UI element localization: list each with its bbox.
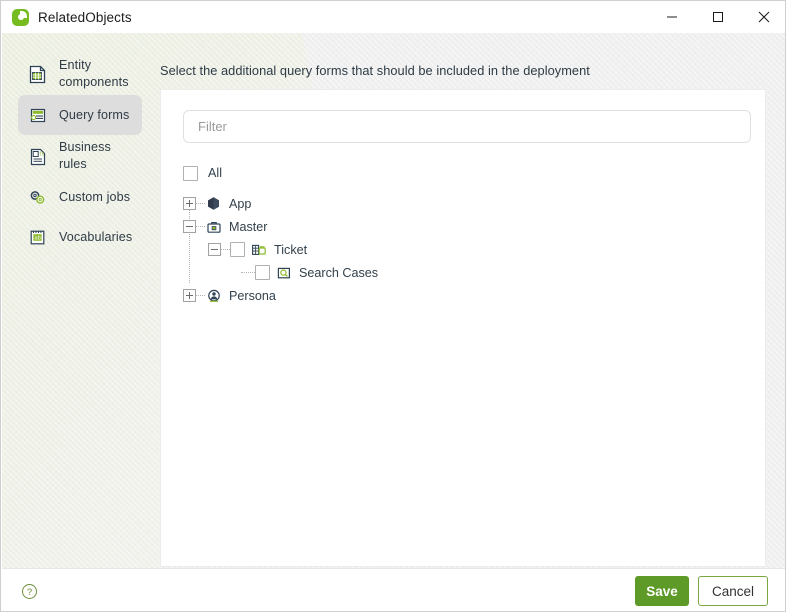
- tree-node-label: Ticket: [274, 242, 308, 257]
- tree-node-label: Search Cases: [299, 265, 379, 280]
- expander-plus-icon[interactable]: [183, 197, 196, 210]
- tree-connector: [196, 294, 205, 297]
- tree-connector: [241, 271, 255, 274]
- dialog-footer: ? Save Cancel: [2, 568, 785, 611]
- tree-row-search-cases[interactable]: Search Cases: [183, 261, 743, 284]
- window-title: RelatedObjects: [38, 9, 132, 25]
- expander-plus-icon[interactable]: [183, 289, 196, 302]
- svg-text:fx: fx: [39, 150, 44, 157]
- briefcase-icon: [205, 218, 222, 235]
- title-bar: RelatedObjects: [1, 1, 785, 33]
- sidebar-item-entity-components[interactable]: Entity components: [18, 53, 142, 95]
- tree-row-ticket[interactable]: Ticket: [183, 238, 743, 261]
- tree-row-app[interactable]: App: [183, 192, 743, 215]
- select-all-label: All: [208, 166, 222, 180]
- window-controls: [649, 1, 785, 33]
- tree-node-label: Persona: [229, 288, 276, 303]
- vocabularies-icon: ab: [26, 226, 48, 248]
- tree-row-select-all[interactable]: All: [183, 160, 743, 186]
- expander-minus-icon[interactable]: [183, 220, 196, 233]
- cancel-button[interactable]: Cancel: [698, 576, 768, 606]
- filter-field-wrapper: [183, 110, 751, 143]
- select-all-checkbox[interactable]: [183, 165, 198, 181]
- custom-jobs-icon: [26, 186, 48, 208]
- query-forms-panel: All: [160, 89, 766, 567]
- tree-connector: [196, 202, 205, 205]
- save-button[interactable]: Save: [635, 576, 689, 606]
- maximize-icon[interactable]: [695, 1, 741, 33]
- sidebar-item-query-forms[interactable]: Query forms: [18, 95, 142, 135]
- query-forms-icon: [26, 104, 48, 126]
- sidebar: Entity components Query forms fx Busines…: [2, 33, 158, 568]
- page-instruction: Select the additional query forms that s…: [160, 63, 590, 78]
- svg-text:ab: ab: [34, 235, 40, 241]
- dialog-body: Entity components Query forms fx Busines…: [2, 33, 785, 568]
- tree-connector: [196, 225, 205, 228]
- ticket-checkbox[interactable]: [230, 242, 245, 257]
- tree-row-master[interactable]: Master: [183, 215, 743, 238]
- expander-minus-icon[interactable]: [208, 243, 221, 256]
- related-objects-window: RelatedObjects Entity components Query f…: [0, 0, 786, 612]
- sidebar-item-label: Business rules: [59, 140, 111, 171]
- tree-node-label: Master: [229, 219, 268, 234]
- sidebar-item-vocabularies[interactable]: ab Vocabularies: [18, 217, 142, 257]
- clock-green-icon: [12, 8, 29, 26]
- tree-node-label: App: [229, 196, 252, 211]
- query-forms-tree: All App Master Ticket Search Cases Perso…: [183, 160, 743, 307]
- entity-components-icon: [26, 63, 48, 85]
- sidebar-item-label: Vocabularies: [59, 229, 133, 244]
- app-hexagon-icon: [205, 195, 222, 212]
- minimize-icon[interactable]: [649, 1, 695, 33]
- sidebar-item-label: Entity components: [59, 58, 129, 89]
- search-cases-checkbox[interactable]: [255, 265, 270, 280]
- help-circle-icon[interactable]: ?: [20, 582, 38, 600]
- business-rules-icon: fx: [26, 145, 48, 167]
- sidebar-item-label: Custom jobs: [59, 189, 131, 204]
- persona-icon: [205, 287, 222, 304]
- sidebar-item-business-rules[interactable]: fx Business rules: [18, 135, 142, 177]
- svg-text:?: ?: [26, 587, 31, 598]
- sidebar-item-label: Query forms: [59, 107, 130, 122]
- sidebar-item-custom-jobs[interactable]: Custom jobs: [18, 177, 142, 217]
- tree-row-persona[interactable]: Persona: [183, 284, 743, 307]
- close-icon[interactable]: [741, 1, 785, 33]
- tree-connector: [221, 248, 230, 251]
- entity-table-icon: [250, 241, 267, 258]
- filter-input[interactable]: [183, 110, 751, 143]
- search-query-icon: [275, 264, 292, 281]
